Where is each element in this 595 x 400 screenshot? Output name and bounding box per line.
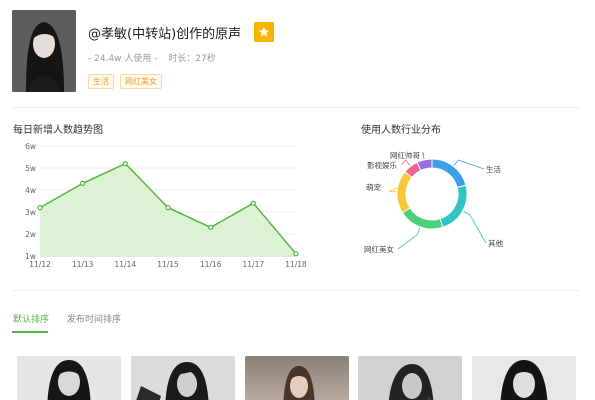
slice-label: 生活 bbox=[486, 164, 501, 174]
video-thumbnail[interactable] bbox=[472, 356, 576, 400]
tag[interactable]: 生活 bbox=[88, 74, 114, 89]
sound-meta: - 24.4w 人使用 - 时长：27秒 bbox=[88, 51, 216, 64]
favorite-button[interactable] bbox=[254, 22, 275, 42]
video-thumbnail[interactable] bbox=[245, 356, 349, 400]
sound-title: @孝敏(中转站)创作的原声 bbox=[88, 26, 242, 42]
x-tick-label: 11/15 bbox=[157, 260, 179, 269]
slice-label: 萌宠 bbox=[366, 182, 381, 192]
x-tick-label: 11/18 bbox=[285, 260, 307, 269]
portrait-photo bbox=[12, 10, 76, 92]
data-point bbox=[293, 251, 299, 257]
usage-count: - 24.4w 人使用 - bbox=[88, 54, 158, 64]
tab-default-sort[interactable]: 默认排序 bbox=[13, 312, 49, 325]
active-tab-indicator bbox=[12, 331, 48, 333]
portrait-photo bbox=[245, 356, 349, 400]
tab-publish-time-sort[interactable]: 发布时间排序 bbox=[67, 312, 121, 325]
label-leader bbox=[397, 227, 421, 250]
divider bbox=[12, 290, 580, 291]
donut-slice bbox=[439, 184, 468, 228]
donut-slice bbox=[401, 207, 444, 230]
x-tick-label: 11/16 bbox=[200, 260, 222, 269]
x-tick-label: 11/13 bbox=[72, 260, 94, 269]
label-leader bbox=[400, 159, 411, 166]
data-point bbox=[122, 161, 128, 167]
distribution-chart: 生活其他网红美女 萌宠 影视娱乐网红帅哥 bbox=[364, 150, 503, 254]
tag[interactable]: 网红美女 bbox=[120, 74, 162, 89]
y-tick-label: 4w bbox=[25, 186, 36, 195]
y-tick-label: 5w bbox=[25, 164, 36, 173]
label-leader bbox=[463, 210, 487, 244]
slice-label: 网红帅哥 bbox=[390, 150, 420, 160]
video-thumbnail[interactable] bbox=[358, 356, 462, 400]
data-point bbox=[80, 180, 86, 187]
divider bbox=[12, 107, 580, 108]
slice-label: 网红美女 bbox=[364, 244, 394, 254]
star-icon bbox=[259, 27, 270, 37]
trend-chart: 1w2w3w4w5w6w11/12 11/13 11/14 11/15 11/16 11/… bbox=[25, 142, 307, 269]
distribution-chart-title: 使用人数行业分布 bbox=[361, 125, 441, 136]
slice-label: 其他 bbox=[488, 238, 503, 248]
label-leader bbox=[422, 151, 425, 159]
y-tick-label: 6w bbox=[25, 142, 36, 151]
slice-label: 影视娱乐 bbox=[367, 160, 397, 170]
data-point bbox=[165, 204, 171, 211]
donut-slice bbox=[431, 158, 467, 189]
tag-list: 生活 网红美女 bbox=[88, 74, 162, 89]
video-thumbnail[interactable] bbox=[131, 356, 235, 400]
data-point bbox=[208, 224, 214, 231]
data-point bbox=[250, 200, 256, 206]
sound-cover-image[interactable] bbox=[12, 10, 76, 92]
portrait-photo bbox=[17, 356, 121, 400]
label-leader bbox=[453, 159, 485, 170]
video-thumbnail[interactable] bbox=[17, 356, 121, 400]
duration: 时长：27秒 bbox=[168, 54, 216, 64]
portrait-photo bbox=[358, 356, 462, 400]
x-tick-label: 11/17 bbox=[243, 260, 265, 269]
portrait-photo bbox=[472, 356, 576, 400]
portrait-photo bbox=[131, 356, 235, 400]
trend-chart-title: 每日新增人数趋势图 bbox=[13, 125, 103, 136]
y-tick-label: 3w bbox=[25, 208, 36, 217]
y-tick-label: 2w bbox=[25, 230, 36, 239]
donut-slice bbox=[396, 170, 413, 214]
data-point bbox=[37, 204, 43, 211]
x-tick-label: 11/12 bbox=[29, 260, 51, 269]
x-tick-label: 11/14 bbox=[115, 260, 137, 269]
